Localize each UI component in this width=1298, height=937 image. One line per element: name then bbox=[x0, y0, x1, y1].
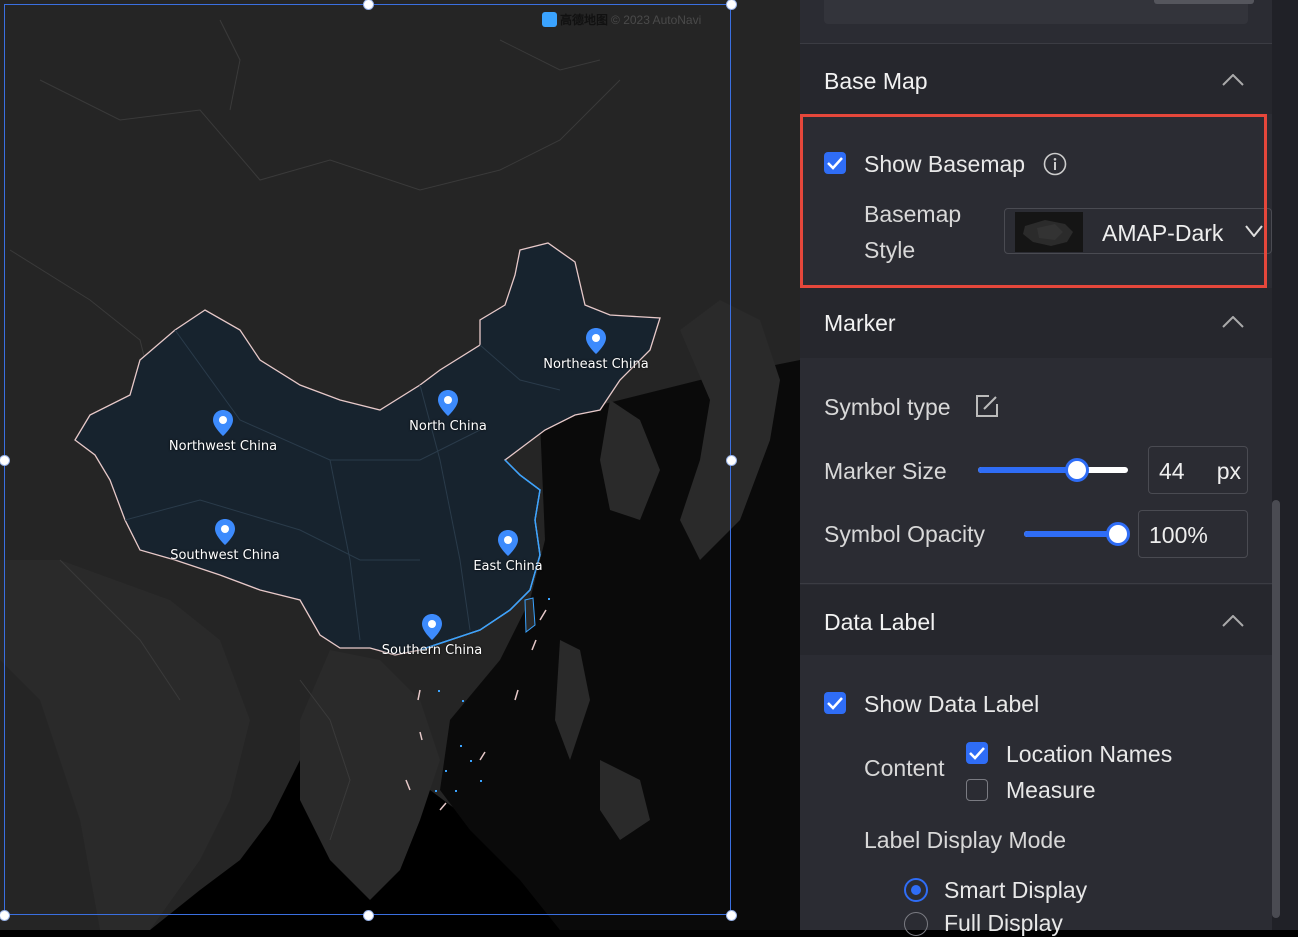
map-attribution: 高德地图 © 2023 AutoNavi bbox=[542, 11, 701, 28]
symbol-type-label: Symbol type bbox=[824, 394, 951, 420]
symbol-opacity-input[interactable]: 100% bbox=[1138, 510, 1248, 558]
section-title: Base Map bbox=[824, 68, 928, 94]
attribution-text: © 2023 AutoNavi bbox=[611, 12, 702, 27]
marker-southwest-china[interactable]: Southwest China bbox=[165, 518, 285, 563]
map-canvas[interactable]: 高德地图 © 2023 AutoNavi Northeast China Nor… bbox=[0, 0, 800, 930]
marker-size-input[interactable]: 44 px bbox=[1148, 446, 1248, 494]
resize-handle-bottom[interactable] bbox=[363, 910, 374, 921]
basemap-graphic bbox=[0, 0, 800, 930]
section-header-data-label[interactable]: Data Label bbox=[800, 585, 1272, 655]
divider bbox=[800, 583, 1272, 584]
scrollbar-thumb[interactable] bbox=[1272, 500, 1280, 918]
amap-logo-icon bbox=[542, 12, 557, 27]
marker-size-slider-handle[interactable] bbox=[1065, 458, 1089, 482]
measure-label: Measure bbox=[1006, 777, 1096, 803]
chevron-up-icon[interactable] bbox=[1222, 615, 1244, 627]
map-pin-icon bbox=[438, 390, 458, 416]
map-pin-icon bbox=[586, 328, 606, 354]
full-display-label: Full Display bbox=[944, 910, 1063, 936]
measure-checkbox[interactable] bbox=[966, 779, 988, 801]
symbol-opacity-slider-handle[interactable] bbox=[1106, 522, 1130, 546]
marker-label: Northeast China bbox=[543, 357, 649, 372]
marker-east-china[interactable]: East China bbox=[448, 529, 568, 574]
marker-size-label: Marker Size bbox=[824, 458, 947, 484]
previous-section-control[interactable] bbox=[1154, 0, 1254, 4]
symbol-opacity-label: Symbol Opacity bbox=[824, 521, 986, 547]
section-title: Marker bbox=[824, 310, 896, 336]
location-names-label: Location Names bbox=[1006, 741, 1173, 767]
resize-handle-bottom-right[interactable] bbox=[726, 910, 737, 921]
location-names-checkbox[interactable] bbox=[966, 742, 988, 764]
smart-display-radio[interactable] bbox=[904, 878, 928, 902]
edit-icon[interactable] bbox=[975, 394, 999, 418]
map-pin-icon bbox=[422, 614, 442, 640]
marker-size-slider-fill bbox=[978, 467, 1077, 473]
marker-northeast-china[interactable]: Northeast China bbox=[536, 327, 656, 372]
show-data-label-checkbox[interactable] bbox=[824, 692, 846, 714]
map-pin-icon bbox=[215, 519, 235, 545]
show-data-label-label: Show Data Label bbox=[864, 691, 1040, 717]
checkmark-icon bbox=[969, 747, 985, 760]
smart-display-label: Smart Display bbox=[944, 877, 1088, 903]
resize-handle-right[interactable] bbox=[726, 455, 737, 466]
highlight-box bbox=[800, 114, 1267, 288]
marker-southern-china[interactable]: Southern China bbox=[372, 613, 492, 658]
attribution-brand: 高德地图 bbox=[560, 13, 609, 27]
marker-northwest-china[interactable]: Northwest China bbox=[163, 409, 283, 454]
settings-panel: Base Map Show Basemap Basemap Style AMAP… bbox=[800, 0, 1272, 936]
marker-label: Southern China bbox=[381, 643, 483, 658]
previous-section-stub bbox=[824, 0, 1254, 24]
full-display-radio[interactable] bbox=[904, 912, 928, 936]
symbol-opacity-value: 100% bbox=[1149, 522, 1208, 548]
content-label: Content bbox=[864, 755, 945, 781]
marker-label: Northwest China bbox=[168, 439, 278, 454]
map-pin-icon bbox=[213, 410, 233, 436]
chevron-up-icon[interactable] bbox=[1222, 74, 1244, 86]
chevron-up-icon[interactable] bbox=[1222, 316, 1244, 328]
section-header-marker[interactable]: Marker bbox=[800, 288, 1272, 358]
marker-size-unit: px bbox=[1216, 458, 1241, 484]
section-header-base-map[interactable]: Base Map bbox=[800, 44, 1272, 114]
marker-label: East China bbox=[473, 559, 543, 574]
marker-north-china[interactable]: North China bbox=[388, 389, 508, 434]
label-display-mode-label: Label Display Mode bbox=[864, 827, 1067, 853]
map-pin-icon bbox=[498, 530, 518, 556]
marker-label: North China bbox=[409, 419, 487, 434]
checkmark-icon bbox=[827, 697, 843, 710]
section-title: Data Label bbox=[824, 609, 936, 635]
marker-label: Southwest China bbox=[170, 548, 280, 563]
marker-size-value: 44 bbox=[1159, 458, 1185, 484]
